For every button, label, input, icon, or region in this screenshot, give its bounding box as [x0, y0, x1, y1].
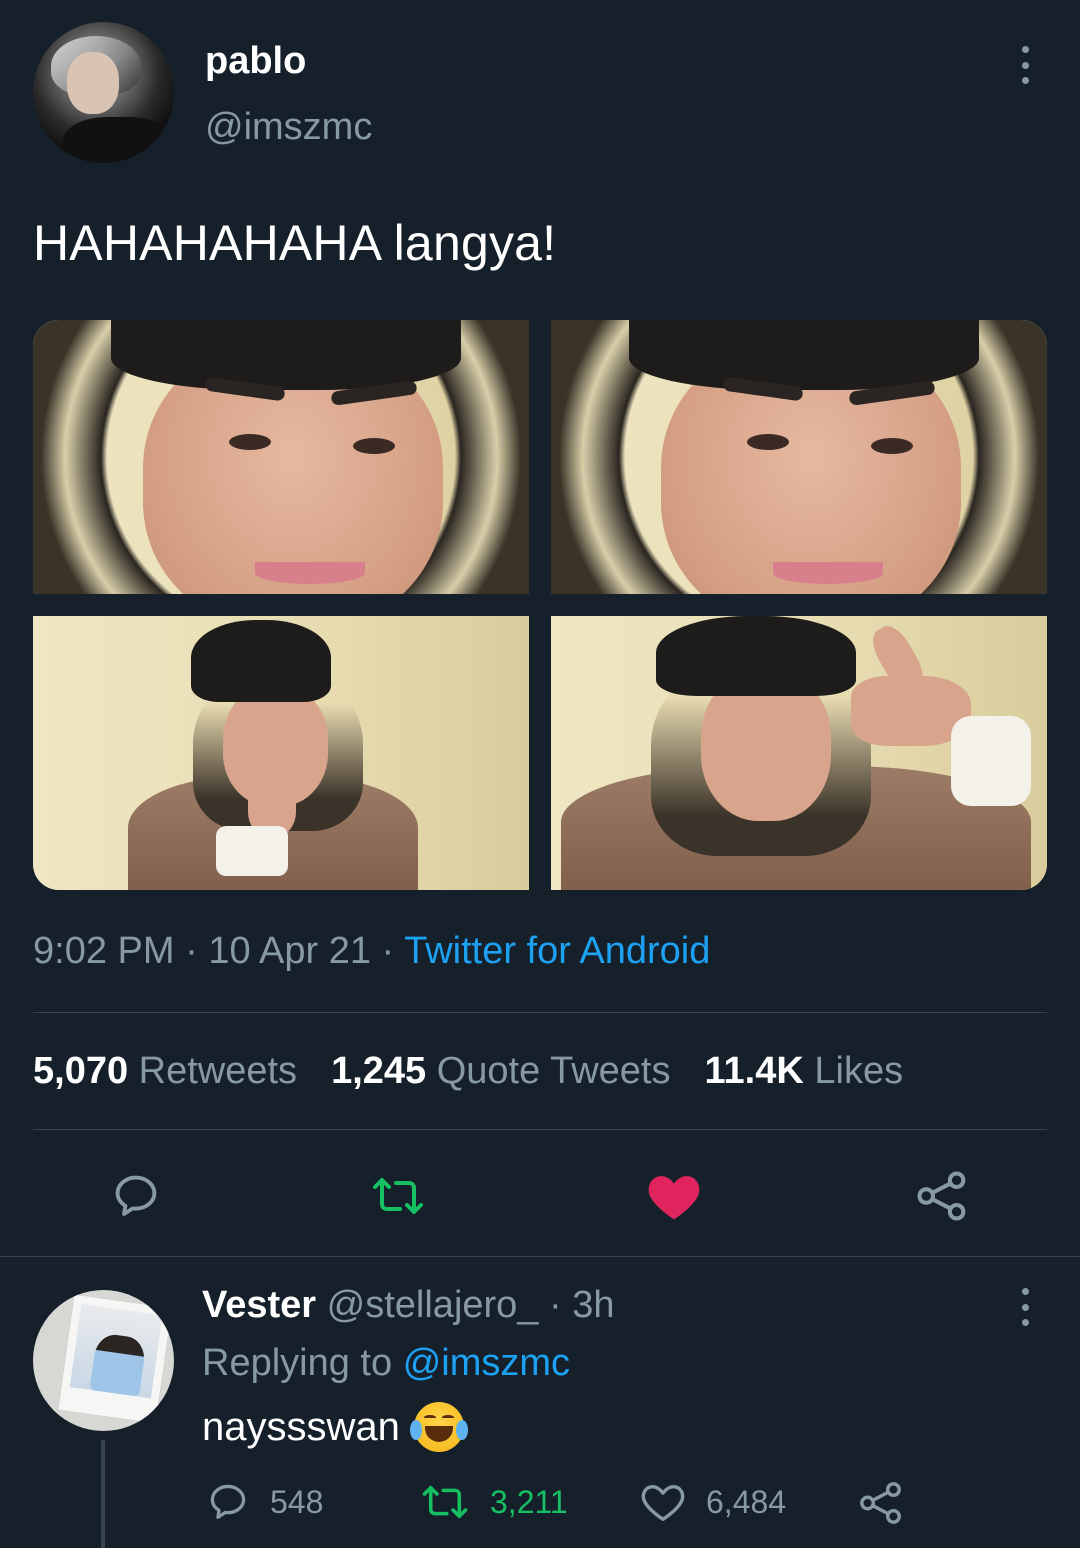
more-options-icon[interactable] [1010, 40, 1040, 90]
tweet-text: HAHAHAHAHA langya! [33, 215, 557, 271]
replying-to: Replying to @imszmc [202, 1342, 571, 1384]
reply-icon [210, 1484, 246, 1519]
reply-like-count: 6,484 [706, 1483, 787, 1520]
retweet-button[interactable] [370, 1168, 426, 1224]
reply-more-options-icon[interactable] [1010, 1282, 1040, 1332]
heart-icon [648, 1176, 700, 1220]
reply-icon [115, 1175, 157, 1216]
reply-action-bar: 548 3,211 6,484 [0, 1480, 1080, 1530]
divider [33, 1012, 1047, 1013]
author-handle[interactable]: @imszmc [205, 106, 372, 149]
tweet-photo-3[interactable] [33, 616, 529, 890]
tweet-stats: 5,070 Retweets 1,245 Quote Tweets 11.4K Li… [33, 1050, 903, 1093]
reply-like-button[interactable]: 6,484 [640, 1480, 786, 1524]
tweet-date: 10 Apr 21 [208, 930, 371, 972]
quote-tweets-stat[interactable]: 1,245 Quote Tweets [331, 1050, 670, 1092]
reply-author-avatar[interactable] [33, 1290, 174, 1431]
tweet-time: 9:02 PM [33, 930, 175, 972]
share-button[interactable] [914, 1168, 970, 1224]
like-button[interactable] [646, 1168, 702, 1224]
reply-author-handle[interactable]: @stellajero_ [327, 1284, 539, 1326]
retweet-icon [373, 1178, 423, 1214]
reply-author-name[interactable]: Vester [202, 1284, 316, 1326]
divider [33, 1129, 1047, 1130]
author-display-name[interactable]: pablo [205, 40, 306, 83]
reply-share-button[interactable] [858, 1480, 904, 1526]
reply-reply-button[interactable]: 548 [206, 1480, 323, 1524]
tweet-detail-page: pablo @imszmc HAHAHAHAHA langya! 9:02 PM… [0, 0, 1080, 1548]
face-with-tears-of-joy-icon [409, 1402, 468, 1452]
retweets-stat[interactable]: 5,070 Retweets [33, 1050, 297, 1092]
reply-age: 3h [572, 1284, 615, 1326]
tweet-timestamp: 9:02 PM · 10 Apr 21 · Twitter for Androi… [33, 930, 711, 972]
reply-header: Vester @stellajero_ · 3h [202, 1284, 615, 1326]
share-icon [860, 1482, 901, 1524]
tweet-photo-1[interactable] [33, 320, 529, 594]
tweet-photo-4[interactable] [551, 616, 1047, 890]
reply-reply-count: 548 [270, 1483, 324, 1520]
heart-outline-icon [641, 1484, 685, 1521]
author-avatar[interactable] [33, 22, 174, 163]
reply-retweet-count: 3,211 [490, 1483, 568, 1520]
retweet-icon [422, 1485, 468, 1519]
tweet-photo-2[interactable] [551, 320, 1047, 594]
share-icon [917, 1171, 966, 1221]
likes-stat[interactable]: 11.4K Likes [705, 1050, 904, 1092]
reply-retweet-button[interactable]: 3,211 [420, 1480, 568, 1524]
reply-button[interactable] [108, 1168, 164, 1224]
tweet-source-link[interactable]: Twitter for Android [404, 930, 710, 972]
replying-to-mention[interactable]: @imszmc [403, 1342, 570, 1384]
reply-text: nayssswan [202, 1402, 468, 1452]
divider [0, 1256, 1080, 1257]
